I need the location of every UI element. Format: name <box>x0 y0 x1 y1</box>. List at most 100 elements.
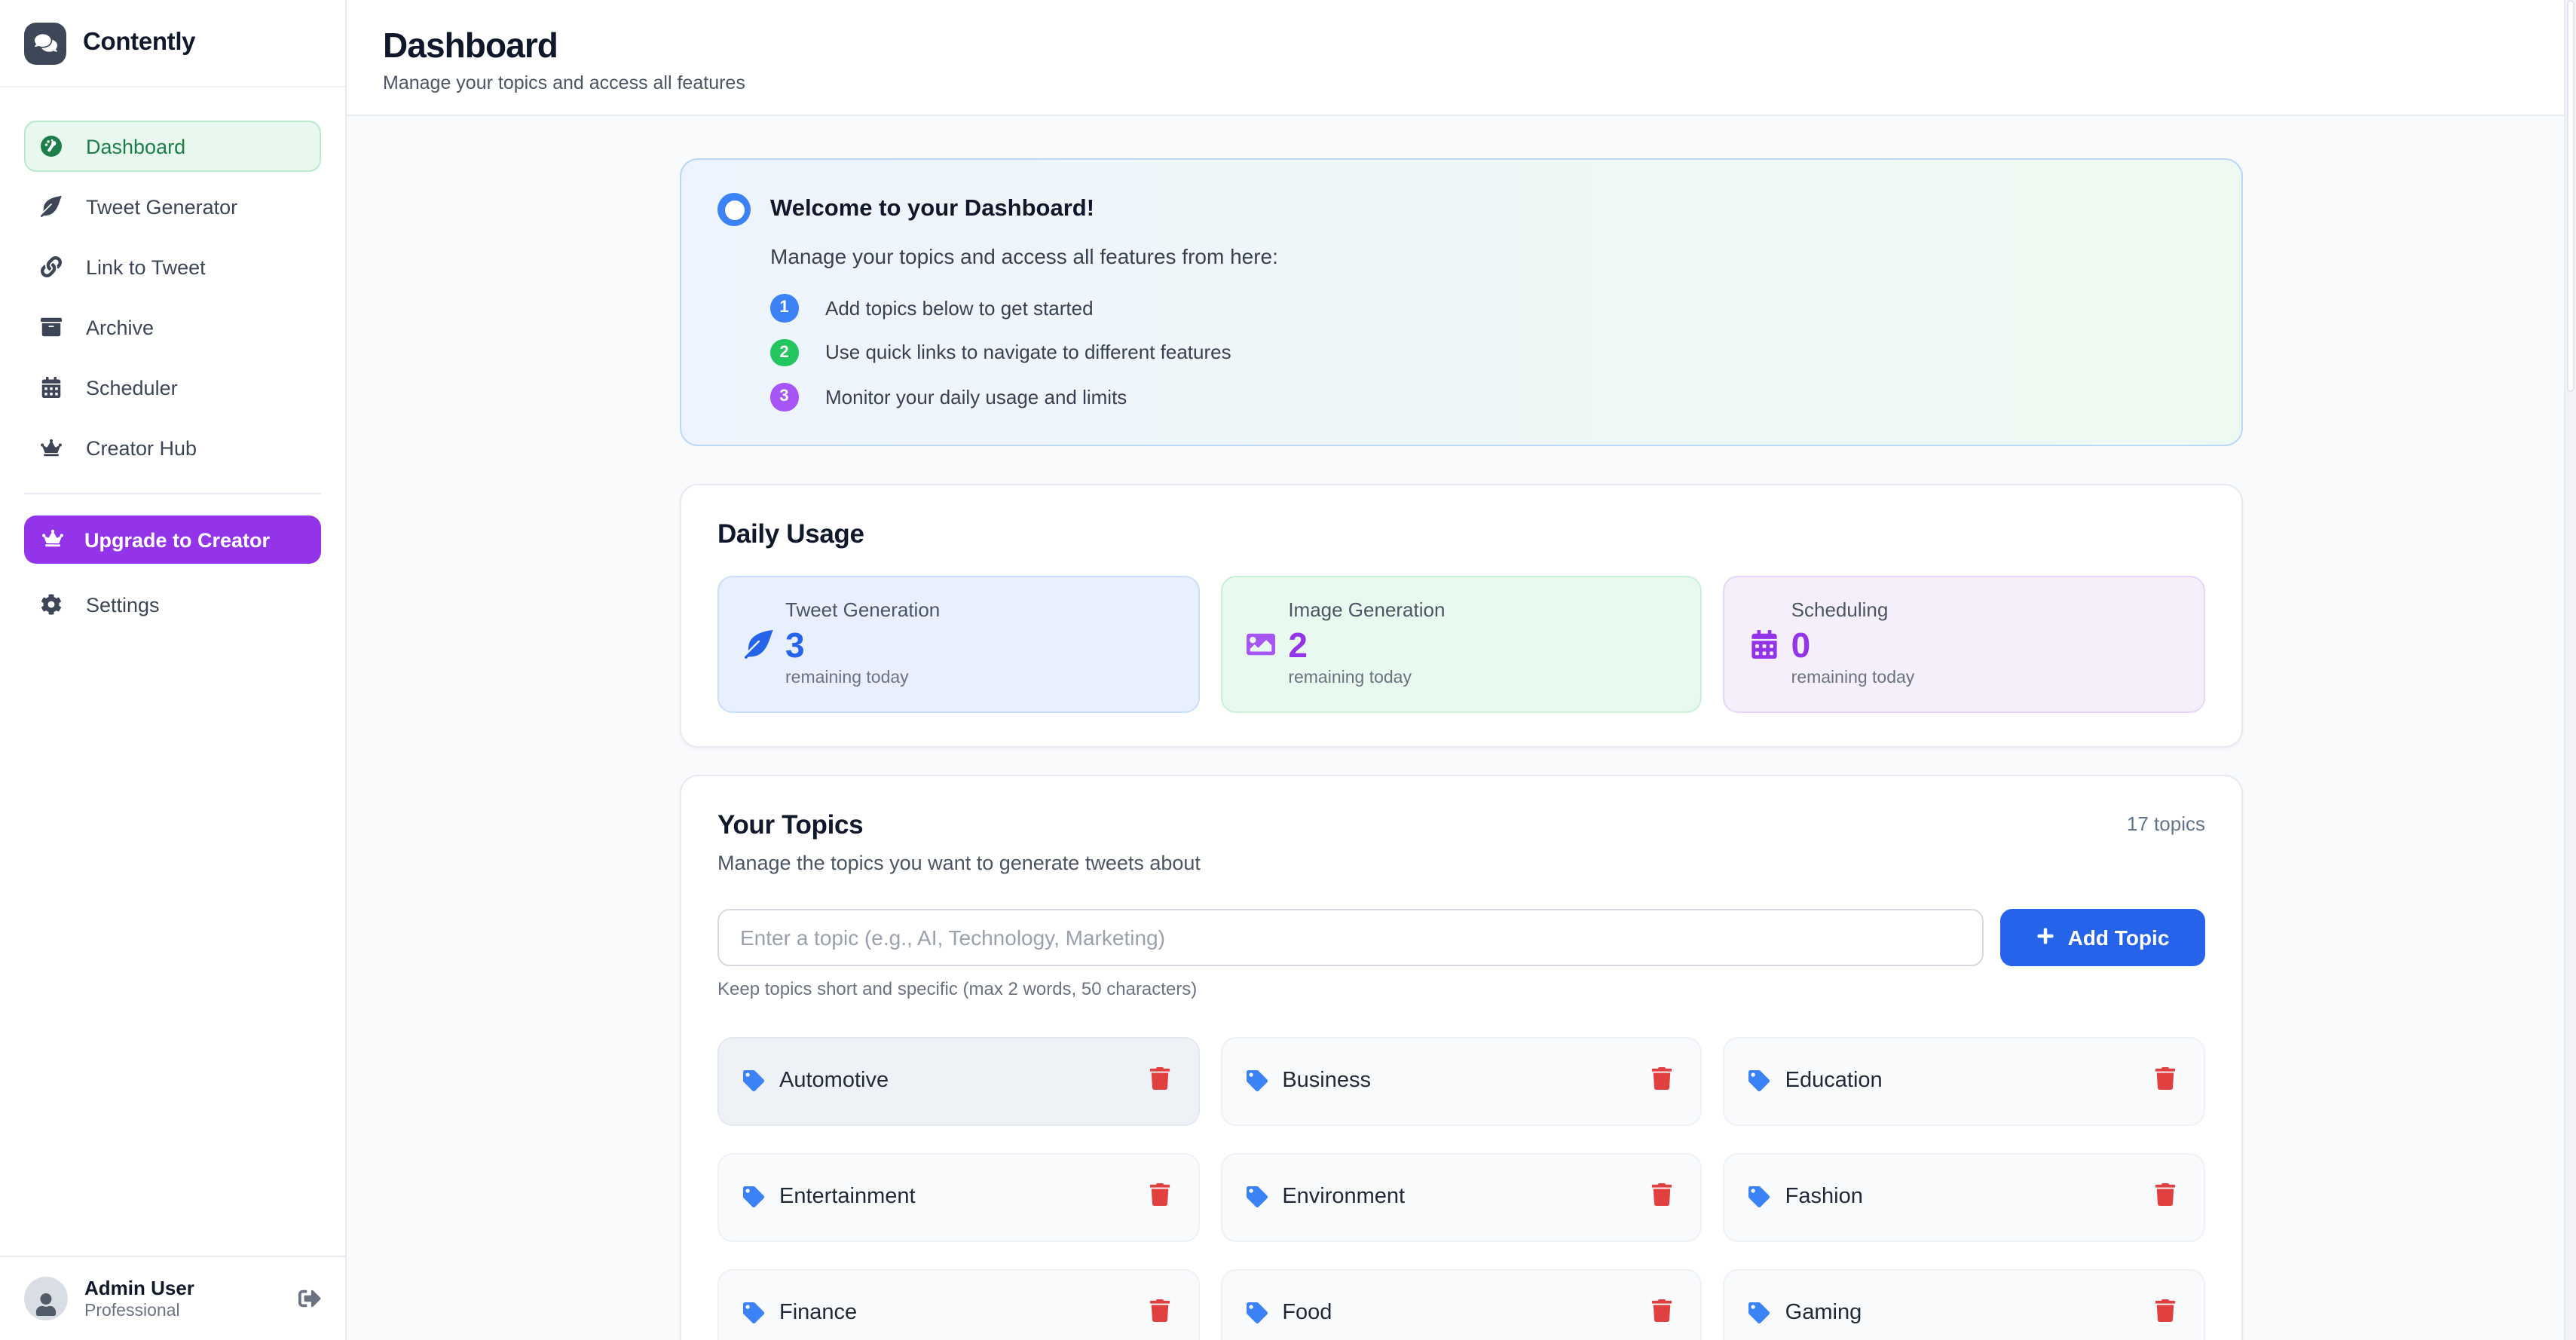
calendar-icon <box>1749 629 1779 659</box>
topic-label: Entertainment <box>779 1185 916 1209</box>
page-header: Dashboard Manage your topics and access … <box>347 0 2576 116</box>
topic-row-business: Business <box>1220 1036 1702 1125</box>
delete-topic-button[interactable] <box>1648 1064 1677 1097</box>
main-area: Dashboard Manage your topics and access … <box>347 0 2576 1340</box>
sidebar-item-creator-hub[interactable]: Creator Hub <box>24 422 321 473</box>
tag-icon <box>743 1302 764 1323</box>
crown-icon <box>42 527 63 552</box>
topic-input[interactable] <box>717 908 1984 965</box>
tag-icon <box>1749 1302 1770 1323</box>
sidebar-item-link-to-tweet[interactable]: Link to Tweet <box>24 241 321 292</box>
topic-label: Fashion <box>1785 1185 1863 1209</box>
chat-bubbles-icon <box>24 22 66 64</box>
step-number-badge: 3 <box>770 383 798 411</box>
daily-usage-card: Daily Usage Tweet Generation3remaining t… <box>680 483 2243 747</box>
brand-name: Contently <box>83 29 195 57</box>
brand-header: Contently <box>0 0 345 87</box>
step-number-badge: 2 <box>770 338 798 366</box>
delete-topic-button[interactable] <box>2151 1064 2180 1097</box>
delete-topic-button[interactable] <box>1648 1180 1677 1213</box>
app-window: Contently Dashboard Tweet Generator Link t… <box>0 0 2576 1340</box>
sidebar-item-label: Settings <box>86 593 160 616</box>
sidebar-nav: Dashboard Tweet Generator Link to Tweet Arc… <box>0 87 345 473</box>
user-meta: Admin User Professional <box>84 1277 194 1320</box>
welcome-title: Welcome to your Dashboard! <box>770 196 1094 223</box>
step-number-badge: 1 <box>770 294 798 322</box>
topic-label: Finance <box>779 1301 857 1325</box>
tag-icon <box>1246 1186 1267 1207</box>
trash-icon <box>1651 1299 1674 1326</box>
add-topic-label: Add Topic <box>2068 925 2170 949</box>
tag-icon <box>743 1070 764 1091</box>
trash-icon <box>1148 1183 1170 1210</box>
gauge-icon <box>717 193 751 226</box>
link-icon <box>41 256 62 277</box>
user-name: Admin User <box>84 1277 194 1299</box>
sidebar-item-settings[interactable]: Settings <box>24 579 321 630</box>
usage-tile-scheduling: Scheduling0remaining today <box>1724 575 2205 712</box>
feather-icon <box>41 196 62 217</box>
crown-icon <box>41 437 62 458</box>
scrollbar[interactable] <box>2564 0 2576 1340</box>
sidebar-item-label: Scheduler <box>86 376 178 399</box>
user-footer: Admin User Professional <box>0 1256 345 1340</box>
topic-label: Gaming <box>1785 1301 1862 1325</box>
tag-icon <box>1749 1070 1770 1091</box>
image-icon <box>1246 629 1276 659</box>
topic-label: Business <box>1282 1069 1371 1093</box>
calendar-icon <box>41 377 62 398</box>
trash-icon <box>2154 1183 2177 1210</box>
sidebar-item-label: Link to Tweet <box>86 255 206 278</box>
usage-label: Tweet Generation <box>785 598 940 623</box>
trash-icon <box>1651 1067 1674 1094</box>
topic-row-food: Food <box>1220 1268 1702 1340</box>
trash-icon <box>1651 1183 1674 1210</box>
welcome-step: 2 Use quick links to navigate to differen… <box>770 338 2205 366</box>
sidebar-item-scheduler[interactable]: Scheduler <box>24 362 321 413</box>
usage-caption: remaining today <box>785 668 940 689</box>
sidebar: Contently Dashboard Tweet Generator Link t… <box>0 0 347 1340</box>
step-text: Monitor your daily usage and limits <box>825 386 1127 408</box>
usage-caption: remaining today <box>1791 668 1915 689</box>
usage-value: 0 <box>1791 626 1915 665</box>
step-text: Use quick links to navigate to different… <box>825 341 1231 364</box>
trash-icon <box>1148 1299 1170 1326</box>
delete-topic-button[interactable] <box>1145 1296 1173 1329</box>
scrollbar-thumb[interactable] <box>2567 0 2574 392</box>
trash-icon <box>2154 1299 2177 1326</box>
topics-count: 17 topics <box>2127 812 2205 834</box>
welcome-card: Welcome to your Dashboard! Manage your t… <box>680 158 2243 445</box>
avatar <box>24 1277 68 1320</box>
logout-icon[interactable] <box>298 1287 321 1310</box>
daily-usage-title: Daily Usage <box>717 518 2205 548</box>
topic-row-environment: Environment <box>1220 1152 1702 1241</box>
topic-label: Food <box>1282 1301 1332 1325</box>
upgrade-label: Upgrade to Creator <box>84 528 270 551</box>
sidebar-item-label: Dashboard <box>86 135 185 158</box>
delete-topic-button[interactable] <box>1648 1296 1677 1329</box>
feather-icon <box>743 629 773 659</box>
topic-label: Education <box>1785 1069 1883 1093</box>
topic-row-entertainment: Entertainment <box>717 1152 1199 1241</box>
sidebar-item-archive[interactable]: Archive <box>24 301 321 353</box>
gear-icon <box>41 594 62 615</box>
delete-topic-button[interactable] <box>1145 1180 1173 1213</box>
upgrade-to-creator-button[interactable]: Upgrade to Creator <box>24 516 321 564</box>
tag-icon <box>743 1186 764 1207</box>
your-topics-card: Your Topics 17 topics Manage the topics … <box>680 774 2243 1340</box>
add-topic-button[interactable]: Add Topic <box>2000 908 2205 965</box>
delete-topic-button[interactable] <box>2151 1296 2180 1329</box>
topic-label: Automotive <box>779 1069 889 1093</box>
sidebar-item-dashboard[interactable]: Dashboard <box>24 121 321 172</box>
your-topics-subtitle: Manage the topics you want to generate t… <box>717 851 2205 875</box>
topic-row-finance: Finance <box>717 1268 1199 1340</box>
sidebar-item-label: Creator Hub <box>86 436 197 459</box>
usage-caption: remaining today <box>1288 668 1445 689</box>
delete-topic-button[interactable] <box>1145 1064 1173 1097</box>
sidebar-item-tweet-generator[interactable]: Tweet Generator <box>24 181 321 232</box>
usage-tile-image-generation: Image Generation2remaining today <box>1220 575 1702 712</box>
page-subtitle: Manage your topics and access all featur… <box>383 72 2540 95</box>
delete-topic-button[interactable] <box>2151 1180 2180 1213</box>
sidebar-item-label: Archive <box>86 316 154 338</box>
welcome-subtitle: Manage your topics and access all featur… <box>770 243 2205 270</box>
